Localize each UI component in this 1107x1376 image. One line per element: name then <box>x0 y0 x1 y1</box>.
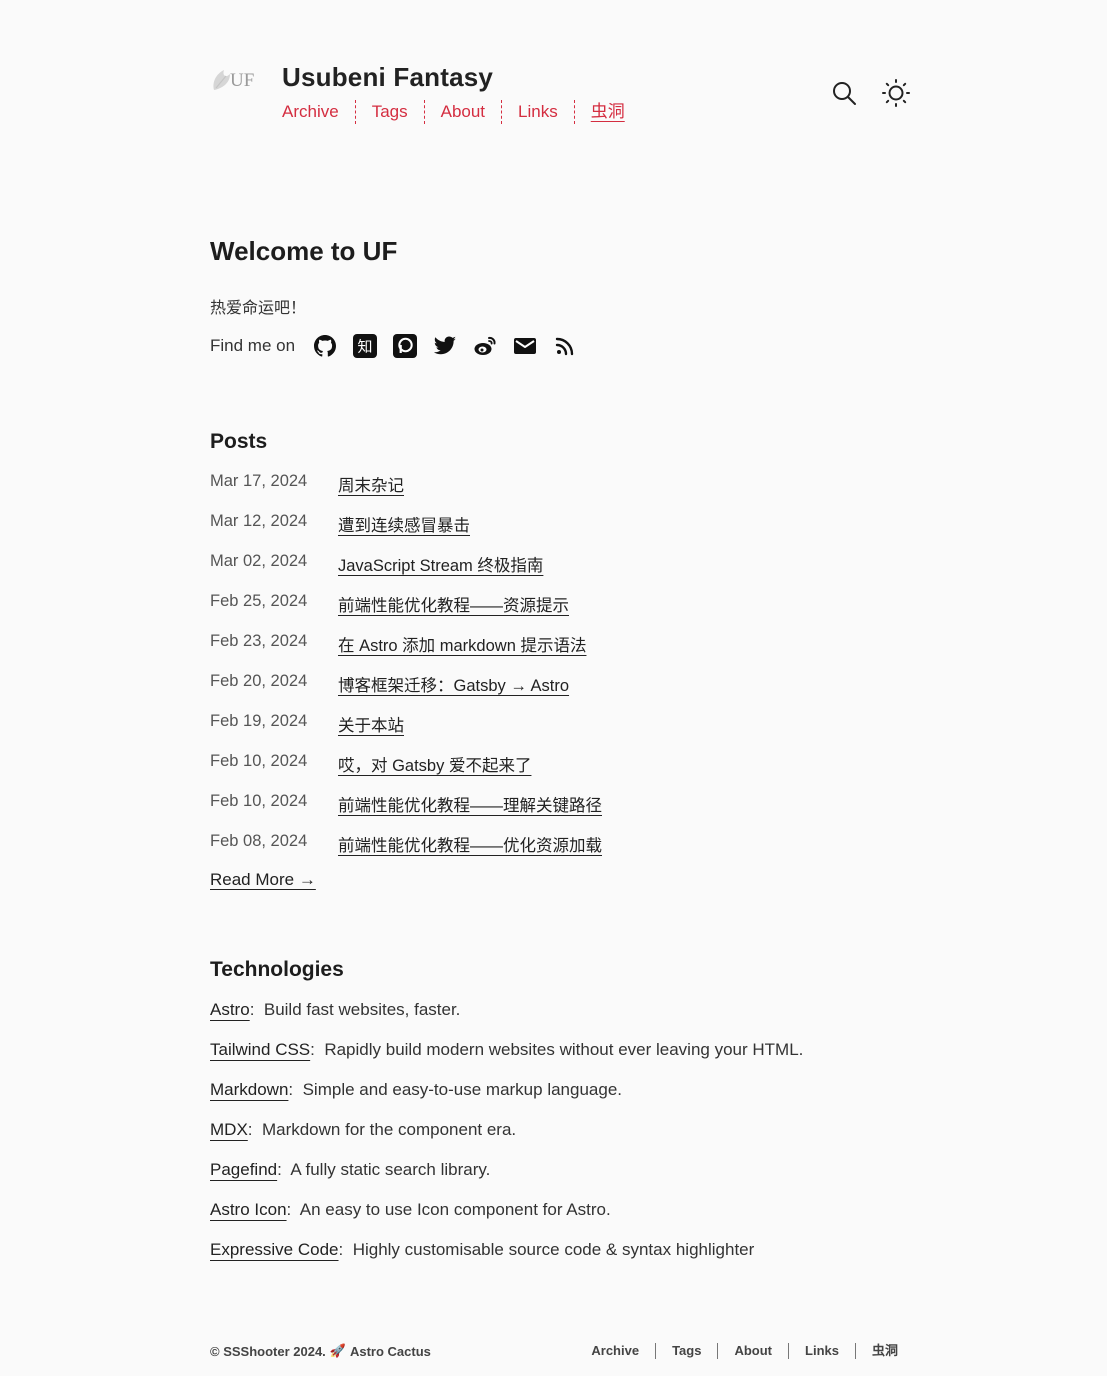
post-title-link[interactable]: 在 Astro 添加 markdown 提示语法 <box>338 632 586 656</box>
technology-item: Astro Icon: An easy to use Icon componen… <box>210 1200 611 1219</box>
github-icon <box>314 335 337 357</box>
post-item: Mar 12, 2024 遭到连续感冒暴击 <box>210 512 602 552</box>
find-me-label: Find me on <box>210 336 296 355</box>
technology-item: Pagefind: A fully static search library. <box>210 1160 491 1179</box>
technology-link[interactable]: Astro <box>210 1000 250 1019</box>
footer-nav-about[interactable]: About <box>717 1343 788 1359</box>
github-link[interactable] <box>313 334 337 358</box>
theme-credit-link[interactable]: Astro Cactus <box>350 1344 431 1359</box>
post-title-link[interactable]: JavaScript Stream 终极指南 <box>338 552 543 576</box>
footer-nav-links[interactable]: Links <box>788 1343 855 1359</box>
sun-icon <box>882 79 910 107</box>
technology-desc: Markdown for the component era. <box>261 1120 517 1139</box>
site-logo[interactable]: UF <box>210 64 258 96</box>
footer-nav: Archive Tags About Links 虫洞 <box>591 1343 898 1359</box>
post-title-link[interactable]: 前端性能优化教程——资源提示 <box>338 592 569 616</box>
technology-desc: A fully static search library. <box>290 1160 491 1179</box>
footer-nav-tags[interactable]: Tags <box>655 1343 717 1359</box>
nav-archive[interactable]: Archive <box>282 100 355 124</box>
technology-desc: Simple and easy-to-use markup language. <box>302 1080 622 1099</box>
post-date: Feb 23, 2024 <box>210 632 308 650</box>
zhihu-icon: 知 <box>353 334 378 358</box>
zhihu-link[interactable]: 知 <box>353 334 378 358</box>
footer-copyright: © SSShooter 2024. 🚀 Astro Cactus <box>210 1343 431 1359</box>
tagline: 热爱命运吧！ <box>210 300 307 317</box>
technologies-heading: Technologies <box>210 958 344 981</box>
post-title-link[interactable]: 前端性能优化教程——理解关键路径 <box>338 792 602 816</box>
twitter-icon <box>433 336 457 355</box>
twitter-link[interactable] <box>433 334 457 358</box>
post-item: Feb 25, 2024 前端性能优化教程——资源提示 <box>210 592 602 632</box>
search-button[interactable] <box>829 78 859 108</box>
technology-item: Expressive Code: Highly customisable sou… <box>210 1240 755 1259</box>
copyright-text: © SSShooter 2024. <box>210 1343 326 1359</box>
theme-toggle-button[interactable] <box>881 78 911 108</box>
nav-wormhole[interactable]: 虫洞 <box>573 100 641 124</box>
rss-icon <box>555 337 574 356</box>
technology-desc: Highly customisable source code & syntax… <box>352 1240 755 1259</box>
logo-text: UF <box>230 70 255 91</box>
technology-link[interactable]: Astro Icon <box>210 1200 287 1219</box>
post-date: Feb 10, 2024 <box>210 792 308 810</box>
mail-icon <box>514 338 537 354</box>
post-title-link[interactable]: 遭到连续感冒暴击 <box>338 512 470 536</box>
footer-nav-wormhole[interactable]: 虫洞 <box>854 1343 898 1359</box>
post-item: Feb 19, 2024 关于本站 <box>210 712 602 752</box>
technology-desc: An easy to use Icon component for Astro. <box>299 1200 611 1219</box>
post-item: Feb 20, 2024 博客框架迁移：Gatsby → Astro <box>210 672 602 712</box>
post-date: Feb 19, 2024 <box>210 712 308 730</box>
technology-item: MDX: Markdown for the component era. <box>210 1120 517 1139</box>
technology-desc: Rapidly build modern websites without ev… <box>324 1040 804 1059</box>
post-item: Feb 10, 2024 哎，对 Gatsby 爱不起来了 <box>210 752 602 792</box>
technology-link[interactable]: Expressive Code <box>210 1240 339 1259</box>
zhihu-glyph: 知 <box>358 338 373 356</box>
rss-link[interactable] <box>553 334 577 358</box>
patreon-icon <box>393 334 418 358</box>
technology-link[interactable]: Markdown <box>210 1080 288 1099</box>
weibo-link[interactable] <box>473 334 497 358</box>
technology-item: Tailwind CSS: Rapidly build modern websi… <box>210 1040 804 1059</box>
post-title-link[interactable]: 哎，对 Gatsby 爱不起来了 <box>338 752 531 776</box>
post-date: Feb 10, 2024 <box>210 752 308 770</box>
post-title-link[interactable]: 博客框架迁移：Gatsby → Astro <box>338 672 569 696</box>
post-date: Mar 02, 2024 <box>210 552 308 570</box>
technology-list: Astro: Build fast websites, faster. Tail… <box>210 1000 803 1280</box>
post-item: Feb 08, 2024 前端性能优化教程——优化资源加载 <box>210 832 602 872</box>
nav-tags[interactable]: Tags <box>354 100 424 124</box>
post-item: Feb 23, 2024 在 Astro 添加 markdown 提示语法 <box>210 632 602 672</box>
rocket-icon: 🚀 <box>329 1343 346 1358</box>
technology-desc: Build fast websites, faster. <box>263 1000 461 1019</box>
technology-item: Markdown: Simple and easy-to-use markup … <box>210 1080 622 1099</box>
post-date: Feb 20, 2024 <box>210 672 308 690</box>
post-item: Mar 02, 2024 JavaScript Stream 终极指南 <box>210 552 602 592</box>
patreon-link[interactable] <box>393 334 418 358</box>
search-icon <box>833 82 856 105</box>
posts-heading: Posts <box>210 430 268 453</box>
welcome-heading: Welcome to UF <box>210 236 398 266</box>
post-date: Feb 25, 2024 <box>210 592 308 610</box>
post-date: Mar 17, 2024 <box>210 472 308 490</box>
main-nav: Archive Tags About Links 虫洞 <box>282 100 641 124</box>
footer-nav-archive[interactable]: Archive <box>591 1343 655 1359</box>
post-date: Feb 08, 2024 <box>210 832 308 850</box>
technology-link[interactable]: MDX <box>210 1120 248 1139</box>
site-title[interactable]: Usubeni Fantasy <box>282 62 493 93</box>
post-title-link[interactable]: 前端性能优化教程——优化资源加载 <box>338 832 602 856</box>
technology-link[interactable]: Pagefind <box>210 1160 277 1179</box>
nav-links[interactable]: Links <box>501 100 574 124</box>
nav-about[interactable]: About <box>423 100 501 124</box>
post-item: Feb 10, 2024 前端性能优化教程——理解关键路径 <box>210 792 602 832</box>
technology-item: Astro: Build fast websites, faster. <box>210 1000 461 1019</box>
post-date: Mar 12, 2024 <box>210 512 308 530</box>
weibo-icon <box>474 336 496 355</box>
post-item: Mar 17, 2024 周末杂记 <box>210 472 602 512</box>
post-title-link[interactable]: 关于本站 <box>338 712 404 736</box>
technology-link[interactable]: Tailwind CSS <box>210 1040 310 1059</box>
post-title-link[interactable]: 周末杂记 <box>338 472 404 496</box>
post-list: Mar 17, 2024 周末杂记 Mar 12, 2024 遭到连续感冒暴击 … <box>210 472 602 872</box>
read-more-link[interactable]: Read More → <box>210 870 316 890</box>
social-links: Find me on 知 <box>210 334 593 358</box>
mail-link[interactable] <box>513 334 537 358</box>
